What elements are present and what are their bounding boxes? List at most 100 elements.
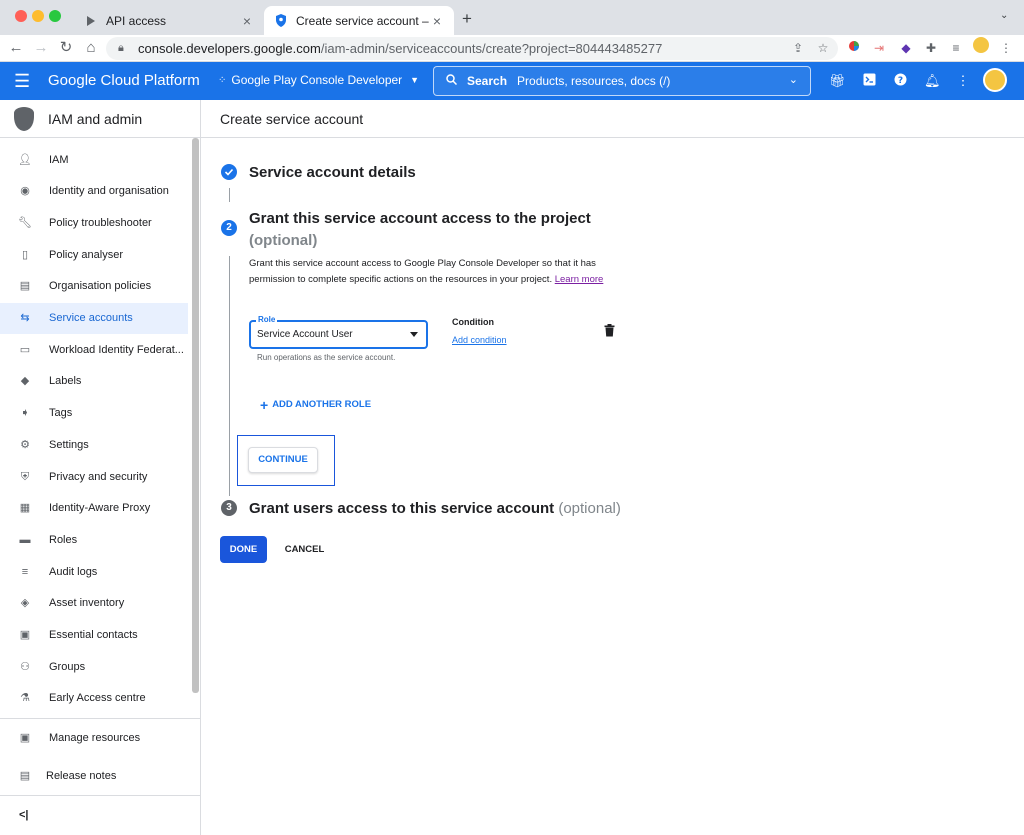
gift-icon[interactable]: 🎁︎: [829, 73, 846, 89]
account-circle-icon: ◉: [20, 185, 30, 198]
sidebar-item-labels[interactable]: ◆ Labels: [0, 366, 188, 397]
sidebar-item-early-access-centre[interactable]: ⚗︎ Early Access centre: [0, 683, 188, 714]
svg-text:?: ?: [897, 76, 902, 86]
sidebar-item-workload-identity-federat[interactable]: ▭ Workload Identity Federat...: [0, 334, 188, 365]
cancel-button[interactable]: CANCEL: [277, 536, 332, 563]
sidebar-item-tags[interactable]: ➧ Tags: [0, 398, 188, 429]
minimize-window-button[interactable]: [32, 10, 44, 22]
puzzle-extensions-icon[interactable]: ✚: [923, 40, 939, 56]
chrome-menu-icon[interactable]: ⋮: [998, 40, 1014, 56]
url-field[interactable]: 🔒︎ console.developers.google.com/iam-adm…: [106, 37, 838, 60]
delete-role-icon[interactable]: [604, 324, 616, 338]
sidebar-title: IAM and admin: [48, 110, 143, 127]
url-host: console.developers.google.com: [138, 41, 321, 56]
search-placeholder: Products, resources, docs (/): [517, 74, 671, 88]
sidebar-item-label: Policy analyser: [49, 248, 123, 261]
sidebar-item-essential-contacts[interactable]: ▣ Essential contacts: [0, 620, 188, 651]
profile-avatar[interactable]: [972, 36, 990, 54]
step-3-optional: (optional): [558, 500, 621, 517]
collapse-sidebar-icon[interactable]: <|: [19, 809, 29, 821]
sidebar-item-label: Tags: [49, 407, 73, 420]
browser-tab-create-service-account[interactable]: Create service account – IAM a ×: [264, 6, 454, 35]
sidebar-item-privacy-and-security[interactable]: ⛨ Privacy and security: [0, 461, 188, 492]
id-card-icon: ▭: [19, 343, 31, 356]
sidebar-item-roles[interactable]: ▬ Roles: [0, 524, 188, 555]
forward-icon[interactable]: →: [31, 38, 51, 58]
person-add-icon: 👤︎: [18, 153, 32, 166]
hamburger-menu-icon[interactable]: ☰: [14, 71, 34, 91]
more-options-icon[interactable]: ⋮: [955, 73, 971, 89]
role-select[interactable]: Role Service Account User: [249, 315, 428, 349]
help-icon[interactable]: ?: [892, 73, 908, 89]
search-input[interactable]: Search Products, resources, docs (/) ⌄: [433, 66, 811, 96]
back-icon[interactable]: ←: [6, 38, 26, 58]
new-tab-icon[interactable]: +: [462, 9, 472, 29]
done-button[interactable]: DONE: [220, 536, 267, 563]
sidebar-item-manage-resources[interactable]: ▣ Manage resources: [0, 722, 188, 753]
sidebar-item-release-notes[interactable]: ▤ Release notes: [0, 760, 188, 791]
step-2-title[interactable]: Grant this service account access to the…: [249, 208, 609, 252]
reload-icon[interactable]: ↻: [56, 38, 76, 58]
sidebar-item-label: Identity and organisation: [49, 185, 169, 198]
sidebar-item-identity-and-organisation[interactable]: ◉ Identity and organisation: [0, 176, 188, 207]
step-1-complete-check-icon: [221, 164, 237, 180]
tab-search-icon[interactable]: ⌄: [1000, 10, 1008, 21]
project-selector[interactable]: ⁘ Google Play Console Developer ▼: [218, 73, 419, 87]
condition-label: Condition: [452, 317, 494, 327]
learn-more-link[interactable]: Learn more: [555, 274, 604, 285]
sidebar-item-identity-aware-proxy[interactable]: ▦ Identity-Aware Proxy: [0, 493, 188, 524]
shield-icon: ⛨: [20, 470, 30, 483]
search-icon: [446, 74, 458, 88]
sidebar: IAM and admin 👤︎ IAM ◉ Identity and organis…: [0, 100, 201, 835]
iam-shield-icon: [14, 106, 34, 131]
sidebar-item-audit-logs[interactable]: ≡ Audit logs: [0, 556, 188, 587]
home-icon[interactable]: ⌂: [81, 38, 101, 58]
wrench-icon: 🔧︎: [18, 216, 32, 229]
chevron-down-icon[interactable]: ⌄: [789, 73, 798, 86]
sidebar-scrollbar[interactable]: [192, 138, 199, 693]
list-box-icon: ▤: [19, 280, 31, 293]
sidebar-item-settings[interactable]: ⚙︎ Settings: [0, 429, 188, 460]
account-avatar[interactable]: [983, 68, 1007, 92]
sidebar-item-service-accounts[interactable]: ⇆ Service accounts: [0, 302, 188, 334]
tab-title: Create service account – IAM a: [296, 13, 430, 28]
sidebar-item-label: Organisation policies: [49, 280, 152, 293]
role-helper-text: Run operations as the service account.: [257, 353, 396, 362]
step-1-title[interactable]: Service account details: [249, 164, 416, 181]
purple-extension-icon[interactable]: ◆: [898, 40, 914, 56]
close-tab-icon[interactable]: ×: [240, 13, 254, 29]
plus-icon: +: [260, 396, 269, 413]
sidebar-item-iam[interactable]: 👤︎ IAM: [0, 144, 188, 175]
close-tab-icon[interactable]: ×: [430, 13, 444, 29]
sidebar-item-groups[interactable]: ⚇ Groups: [0, 651, 188, 682]
add-another-role-button[interactable]: + ADD ANOTHER ROLE: [260, 396, 371, 413]
notifications-bell-icon[interactable]: 🔔︎: [924, 73, 941, 89]
sidebar-item-asset-inventory[interactable]: ◈ Asset inventory: [0, 588, 188, 619]
folder-gear-icon: ▣: [19, 731, 31, 744]
sidebar-item-organisation-policies[interactable]: ▤ Organisation policies: [0, 271, 188, 302]
tag-arrow-icon: ➧: [20, 407, 30, 420]
share-icon[interactable]: ⇪: [790, 40, 806, 56]
sidebar-item-label: Service accounts: [49, 312, 133, 324]
url-path: /iam-admin/serviceaccounts/create?projec…: [320, 41, 663, 56]
step-2-optional: (optional): [249, 232, 318, 249]
sidebar-item-policy-analyser[interactable]: ▯ Policy analyser: [0, 239, 188, 270]
close-window-button[interactable]: [15, 10, 27, 22]
document-search-icon: ▯: [21, 248, 29, 261]
cast-extension-icon[interactable]: ⇥: [871, 40, 887, 56]
people-icon: ⚇: [20, 660, 30, 673]
sidebar-item-policy-troubleshooter[interactable]: 🔧︎ Policy troubleshooter: [0, 207, 188, 238]
add-condition-link[interactable]: Add condition: [452, 335, 507, 345]
bookmark-star-icon[interactable]: ☆: [815, 40, 831, 56]
continue-button[interactable]: CONTINUE: [248, 447, 318, 473]
cloud-shell-icon[interactable]: [861, 73, 877, 89]
color-extension-icon[interactable]: [846, 40, 862, 56]
browser-tab-api-access[interactable]: API access ×: [74, 6, 264, 35]
step-3-title[interactable]: Grant users access to this service accou…: [249, 500, 621, 517]
step-2-number: 2: [221, 220, 237, 236]
project-dots-icon: ⁘: [218, 74, 227, 86]
brand-title[interactable]: Google Cloud Platform: [48, 72, 200, 89]
description-text: Grant this service account access to Goo…: [249, 258, 596, 285]
zoom-window-button[interactable]: [49, 10, 61, 22]
reading-list-icon[interactable]: ≡: [948, 40, 964, 56]
